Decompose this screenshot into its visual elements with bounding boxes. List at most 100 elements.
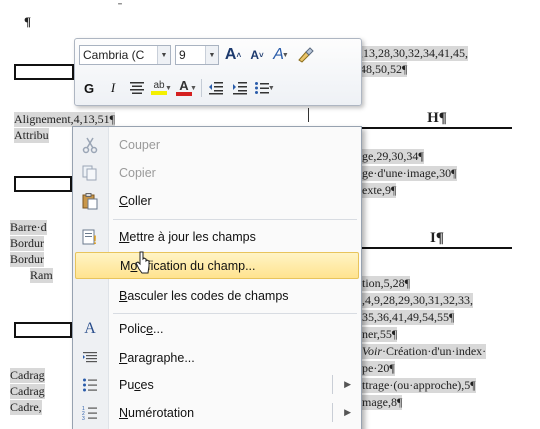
- column-rule: [308, 108, 309, 122]
- menu-item-couper[interactable]: Couper: [75, 131, 359, 158]
- format-painter-button[interactable]: [295, 44, 315, 66]
- font-color-button[interactable]: A ▼: [175, 77, 197, 99]
- shrink-font-button[interactable]: A ˅: [247, 44, 267, 66]
- menu-divider: [113, 313, 357, 314]
- highlight-button[interactable]: ab ▼: [151, 77, 172, 99]
- menu-item-copier[interactable]: Copier: [75, 159, 359, 186]
- index-line: 35,36,41,49,54,55¶: [362, 310, 455, 325]
- index-line: pe·20¶: [362, 361, 395, 376]
- index-line: Bordur: [10, 252, 44, 267]
- menu-item-numbering[interactable]: 123 Numérotation ▶: [75, 399, 359, 426]
- mouse-pointer-icon: [135, 251, 150, 274]
- increase-indent-icon: [232, 82, 247, 95]
- decrease-indent-button[interactable]: [206, 77, 226, 99]
- update-fields-icon: !: [79, 226, 101, 248]
- letter-box: [14, 64, 74, 80]
- index-line: Voir·Création·d'un·index·: [362, 344, 487, 359]
- center-align-button[interactable]: [127, 77, 147, 99]
- dots-mark: ¨: [118, 0, 122, 14]
- chevron-down-icon: ▼: [267, 84, 275, 92]
- index-line: Cadrag: [10, 384, 45, 399]
- highlight-letters: ab: [153, 80, 165, 91]
- menu-item-label: Police...: [119, 321, 164, 336]
- index-line: ,13,28,30,32,34,41,45,: [360, 46, 468, 61]
- menu-item-bullets[interactable]: Puces ▶: [75, 371, 359, 398]
- menu-item-paragraph[interactable]: Paragraphe...: [75, 344, 359, 371]
- increase-indent-button[interactable]: [230, 77, 250, 99]
- mini-toolbar-row-1: Cambria (C ▼ 9 ▼ A ˄ A ˅ A ▼: [79, 43, 357, 67]
- menu-item-toggle-field-codes[interactable]: Basculer les codes de champs: [75, 282, 359, 309]
- font-size-value: 9: [179, 48, 186, 62]
- index-line: exte,9¶: [362, 183, 397, 198]
- highlight-swatch: [151, 91, 167, 95]
- chevron-down-icon[interactable]: ▼: [157, 46, 170, 64]
- menu-item-label: Coller: [119, 193, 152, 208]
- numbering-icon: 123: [79, 402, 101, 424]
- index-line: ge·d'une·image,30¶: [362, 166, 457, 181]
- letter-heading-h: H¶: [362, 110, 512, 129]
- submenu-separator: [332, 403, 333, 422]
- context-menu: Couper Copier Coller ! Mettre à jour les…: [72, 126, 362, 429]
- paragraph-mark: ¶: [24, 14, 32, 29]
- menu-item-label: Paragraphe...: [119, 350, 195, 365]
- index-line: Barre·d: [10, 220, 47, 235]
- chevron-down-icon: ▼: [281, 51, 289, 59]
- font-icon: A: [84, 319, 96, 337]
- svg-text:!: !: [93, 233, 97, 246]
- menu-item-label: Copier: [119, 165, 156, 180]
- chevron-down-icon: ▼: [165, 84, 172, 92]
- chevron-down-icon[interactable]: ▼: [205, 46, 218, 64]
- menu-item-label: Mettre à jour les champs: [119, 229, 256, 244]
- paragraph-icon: [79, 347, 101, 369]
- bullets-button[interactable]: ▼: [254, 77, 275, 99]
- letter-box: [14, 322, 72, 338]
- chevron-down-icon: ▼: [189, 84, 197, 92]
- font-name-value: Cambria (C: [83, 48, 145, 62]
- menu-item-label: Numérotation: [119, 405, 195, 420]
- menu-item-update-fields[interactable]: ! Mettre à jour les champs: [75, 223, 359, 250]
- see-also-target: ·Création·d'un·index·: [382, 344, 487, 358]
- index-line: Bordur: [10, 236, 44, 251]
- index-line: mage,8¶: [362, 395, 403, 410]
- chevron-right-icon[interactable]: ▶: [344, 379, 351, 390]
- index-line: Attribu: [14, 128, 49, 143]
- mini-toolbar-row-2: G I ab ▼ A ▼ ▼: [79, 76, 357, 100]
- copy-icon: [79, 162, 101, 184]
- format-painter-icon: [298, 47, 314, 63]
- letter-heading-i: I¶: [362, 230, 512, 249]
- shrink-font-icon: A: [250, 48, 259, 62]
- font-color-letter: A: [179, 78, 189, 93]
- decrease-indent-icon: [208, 82, 223, 95]
- svg-text:3: 3: [82, 416, 85, 421]
- menu-item-coller[interactable]: Coller: [75, 187, 359, 214]
- menu-divider: [113, 219, 357, 220]
- menu-item-label: Puces: [119, 377, 154, 392]
- mini-toolbar: Cambria (C ▼ 9 ▼ A ˄ A ˅ A ▼ G I ab ▼ A …: [74, 38, 362, 106]
- index-line: ,4,9,28,29,30,31,32,33,: [362, 293, 473, 308]
- menu-item-label: Couper: [119, 137, 160, 152]
- index-line: ner,55¶: [362, 327, 398, 342]
- scissors-icon: [79, 134, 101, 156]
- index-line: tion,5,28¶: [362, 276, 411, 291]
- styles-button[interactable]: A ▼: [271, 44, 291, 66]
- index-line: Ram: [30, 268, 53, 283]
- font-size-combo[interactable]: 9 ▼: [175, 45, 219, 65]
- paste-icon: [79, 190, 101, 212]
- font-color-swatch: [175, 92, 192, 96]
- index-line: Cadrag: [10, 368, 45, 383]
- grow-font-button[interactable]: A ˄: [223, 44, 243, 66]
- letter-box: [14, 176, 72, 192]
- grow-font-icon: A: [224, 46, 237, 63]
- menu-item-edit-field[interactable]: Modification du champ...: [75, 252, 359, 279]
- index-line: 48,50,52¶: [360, 62, 408, 77]
- index-line: ttrage·(ou·approche),5¶: [362, 378, 476, 393]
- menu-item-font[interactable]: A Police...: [75, 315, 359, 342]
- italic-button[interactable]: I: [103, 77, 123, 99]
- font-name-combo[interactable]: Cambria (C ▼: [79, 45, 171, 65]
- index-line: Cadre,: [10, 400, 42, 415]
- submenu-separator: [332, 375, 333, 394]
- index-line: Alignement,4,13,51¶: [14, 112, 116, 127]
- chevron-right-icon[interactable]: ▶: [344, 407, 351, 418]
- bold-button[interactable]: G: [79, 77, 99, 99]
- menu-item-label: Basculer les codes de champs: [119, 288, 289, 303]
